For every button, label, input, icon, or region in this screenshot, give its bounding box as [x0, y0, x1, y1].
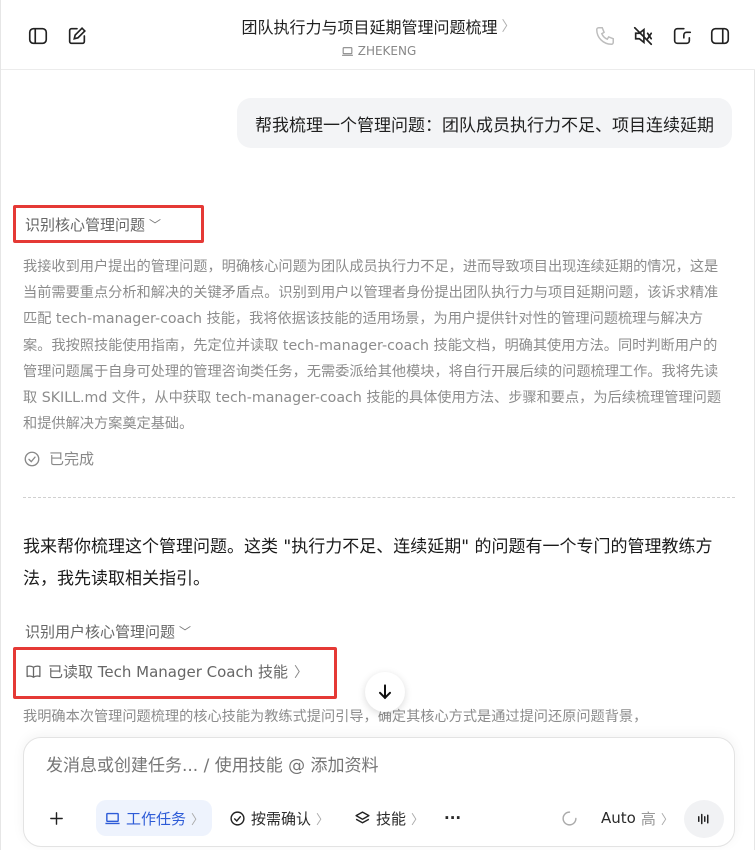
new-window-icon[interactable] — [668, 22, 696, 50]
more-options-button[interactable]: ··· — [444, 800, 461, 836]
workspace-label: ZHEKENG — [341, 44, 417, 58]
plus-icon — [49, 811, 63, 825]
thinking-toggle-label: 识别核心管理问题 — [25, 216, 146, 234]
add-attachment-button[interactable] — [44, 800, 68, 836]
chevron-right-icon: 〉 — [411, 812, 425, 828]
user-message-text: 帮我梳理一个管理问题：团队成员执行力不足、项目连续延期 — [255, 115, 714, 136]
read-skill-label: 已读取 Tech Manager Coach 技能 — [48, 663, 289, 681]
model-label: Auto — [601, 809, 636, 827]
scroll-to-bottom-button[interactable] — [365, 672, 405, 712]
read-skill-item[interactable]: 已读取 Tech Manager Coach 技能 〉 — [25, 661, 308, 682]
skills-button[interactable]: 技能 〉 — [354, 800, 424, 836]
more-icon: ··· — [444, 809, 462, 827]
second-thinking-toggle[interactable]: 识别用户核心管理问题 ﹀ — [25, 621, 191, 642]
message-composer: 工作任务 〉 按需确认 〉 技能 〉 ··· Auto 高 〉 — [23, 737, 735, 847]
new-chat-icon[interactable] — [63, 22, 91, 50]
voice-input-button[interactable] — [684, 800, 724, 838]
check-circle-icon — [230, 810, 245, 826]
chevron-down-icon: ﹀ — [179, 625, 192, 639]
chevron-right-icon: 〉 — [191, 812, 205, 828]
thinking-toggle[interactable]: 识别核心管理问题 ﹀ — [25, 214, 161, 235]
laptop-icon — [105, 812, 120, 824]
work-task-label: 工作任务 — [126, 809, 187, 828]
second-thinking-label: 识别用户核心管理问题 — [25, 623, 176, 641]
laptop-icon — [341, 46, 353, 56]
chevron-right-icon: 〉 — [660, 812, 674, 828]
composer-toolbar: 工作任务 〉 按需确认 〉 技能 〉 ··· Auto 高 〉 — [24, 800, 736, 838]
phone-icon[interactable] — [591, 22, 619, 50]
message-input[interactable] — [46, 756, 706, 776]
waveform-icon — [698, 813, 709, 825]
loading-spinner-icon — [561, 800, 578, 836]
assistant-reply: 我来帮你梳理这个管理问题。这类 "执行力不足、连续延期" 的问题有一个专门的管理… — [23, 537, 713, 589]
arrow-down-icon — [379, 684, 391, 700]
skills-label: 技能 — [376, 809, 407, 828]
mute-icon[interactable] — [629, 22, 657, 50]
confirm-mode-button[interactable]: 按需确认 〉 — [229, 800, 329, 836]
check-circle-icon — [24, 451, 40, 466]
book-icon — [26, 665, 41, 678]
workspace-name: ZHEKENG — [357, 44, 417, 58]
section-divider — [23, 497, 735, 498]
right-panel-toggle-icon[interactable] — [706, 22, 734, 50]
sidebar-toggle-icon[interactable] — [24, 22, 52, 50]
conversation-title[interactable]: 团队执行力与项目延期管理问题梳理 〉 — [241, 14, 515, 38]
model-level: 高 — [640, 809, 656, 828]
user-message-bubble: 帮我梳理一个管理问题：团队成员执行力不足、项目连续延期 — [237, 98, 732, 148]
chevron-right-icon: 〉 — [294, 664, 309, 681]
header: 团队执行力与项目延期管理问题梳理 〉 ZHEKENG — [1, 0, 755, 70]
app-frame: 团队执行力与项目延期管理问题梳理 〉 ZHEKENG 帮我梳理一个管理问题：团队… — [0, 0, 755, 850]
layers-icon — [355, 810, 370, 823]
conversation-title-text: 团队执行力与项目延期管理问题梳理 — [241, 18, 498, 37]
completed-label: 已完成 — [49, 450, 95, 468]
model-selector[interactable]: Auto 高 〉 — [601, 800, 674, 836]
conversation-title-area: 团队执行力与项目延期管理问题梳理 〉 ZHEKENG — [151, 14, 606, 62]
chevron-right-icon: 〉 — [501, 19, 516, 35]
work-task-button[interactable]: 工作任务 〉 — [96, 800, 213, 836]
chevron-down-icon: ﹀ — [149, 218, 162, 232]
chevron-right-icon: 〉 — [316, 812, 330, 828]
completed-status: 已完成 — [23, 448, 94, 469]
thinking-text: 我接收到用户提出的管理问题，明确核心问题为团队成员执行力不足，进而导致项目出现连… — [23, 259, 722, 433]
confirm-mode-label: 按需确认 — [251, 809, 312, 828]
